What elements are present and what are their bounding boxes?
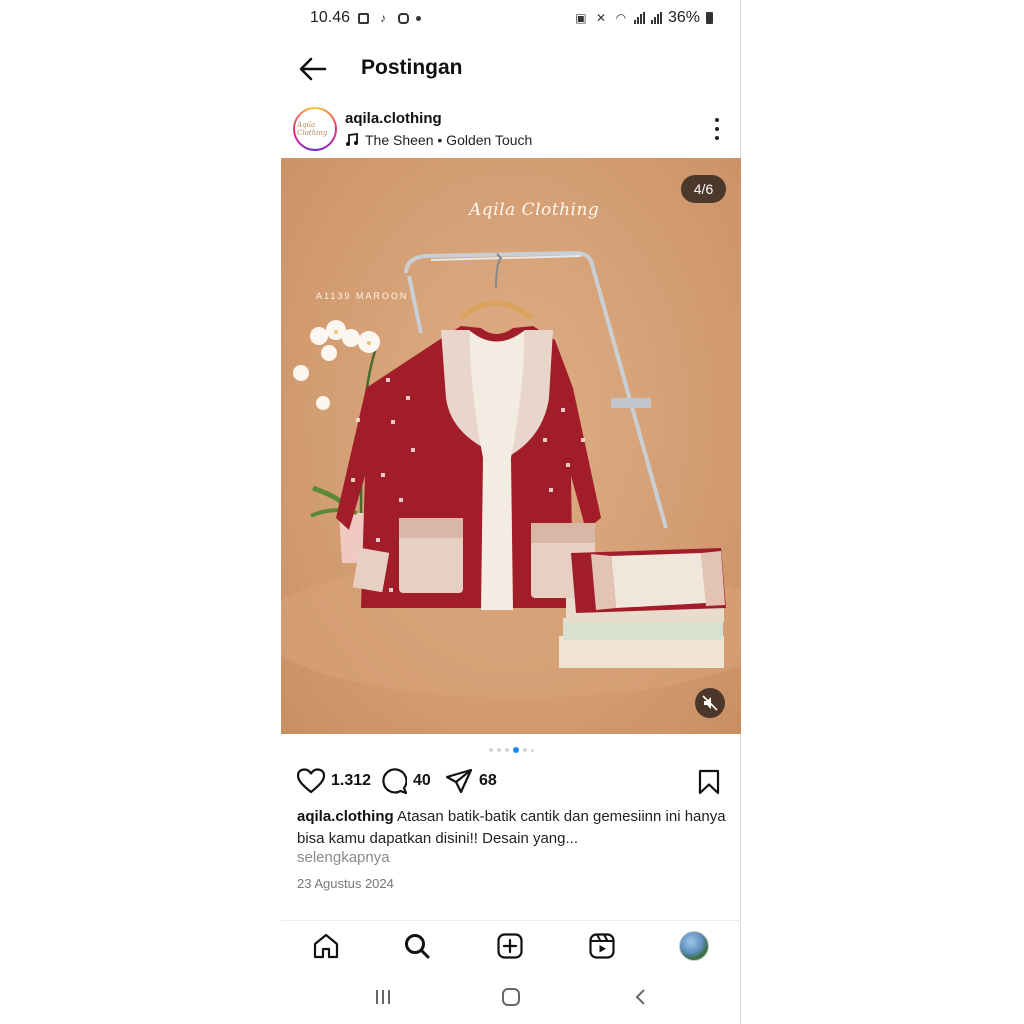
page-header: Postingan	[281, 44, 741, 94]
recents-icon	[376, 990, 390, 1004]
search-icon	[405, 934, 430, 959]
save-button[interactable]	[697, 769, 723, 797]
comment-count: 40	[413, 772, 431, 789]
home-circle-icon	[502, 988, 520, 1006]
carousel-dot	[522, 748, 527, 752]
back-button[interactable]	[297, 54, 329, 84]
status-bar: 10.46 ♪ ▣ ✕ ◠ 36%	[281, 0, 741, 36]
status-right: ▣ ✕ ◠ 36%	[574, 9, 713, 27]
system-nav-bar	[281, 980, 741, 1014]
home-system-button[interactable]	[496, 985, 526, 1009]
more-vertical-icon	[715, 118, 719, 122]
instagram-icon	[396, 11, 410, 25]
see-more-link[interactable]: selengkapnya	[297, 849, 390, 866]
heart-icon	[297, 768, 325, 794]
slide-counter: 4/6	[681, 175, 726, 203]
tiktok-icon: ♪	[380, 11, 387, 25]
battery-icon	[706, 12, 713, 24]
reels-icon	[589, 933, 615, 959]
status-left: 10.46 ♪	[310, 9, 422, 27]
like-count: 1.312	[331, 772, 372, 789]
post-actions: 1.312 40 68	[281, 764, 741, 802]
post-header: Aqila Clothing aqila.clothing The Sheen …	[281, 102, 741, 158]
nav-create[interactable]	[493, 929, 527, 963]
product-photo	[281, 250, 741, 698]
more-dot	[715, 127, 719, 131]
page-title: Postingan	[361, 56, 463, 79]
carousel-dot	[488, 748, 493, 752]
notification-dot-icon	[416, 15, 422, 21]
signal-2-icon	[650, 12, 662, 24]
back-system-button[interactable]	[626, 985, 656, 1009]
comment-icon	[382, 768, 407, 794]
status-time: 10.46	[310, 9, 351, 26]
gallery-icon	[356, 11, 370, 25]
post-date: 23 Agustus 2024	[297, 876, 394, 891]
share-count: 68	[479, 772, 497, 789]
nav-search[interactable]	[400, 929, 434, 963]
music-link[interactable]: The Sheen • Golden Touch	[345, 132, 532, 148]
recents-button[interactable]	[368, 985, 398, 1009]
nav-home[interactable]	[309, 929, 343, 963]
battery-percent: 36%	[667, 9, 700, 26]
share-button[interactable]: 68	[445, 768, 497, 794]
more-dot	[715, 136, 719, 140]
carousel-indicator	[281, 746, 741, 754]
music-note-icon	[346, 133, 358, 146]
post-username[interactable]: aqila.clothing	[345, 110, 442, 127]
brand-logo: Aqila Clothing	[469, 200, 600, 220]
like-button[interactable]: 1.312	[297, 768, 371, 794]
avatar[interactable]: Aqila Clothing	[293, 107, 337, 151]
phone-screen: 10.46 ♪ ▣ ✕ ◠ 36% Postingan Aqila Clothi…	[281, 0, 741, 1024]
plus-square-icon	[497, 933, 523, 959]
bottom-nav	[281, 924, 741, 968]
send-icon	[445, 768, 473, 794]
mute-button[interactable]	[695, 688, 725, 718]
bookmark-icon	[698, 769, 720, 795]
avatar-logo: Aqila Clothing	[295, 109, 335, 149]
post-caption: aqila.clothing Atasan batik-batik cantik…	[297, 806, 727, 850]
comment-button[interactable]: 40	[381, 768, 431, 794]
product-code: A1139 MAROON	[316, 291, 409, 301]
post-image[interactable]: Aqila Clothing A1139 MAROON 4/6	[281, 158, 741, 734]
carousel-dot	[504, 748, 509, 752]
carousel-dot	[496, 748, 501, 752]
more-options-button[interactable]	[709, 118, 725, 140]
home-icon	[313, 933, 339, 959]
nav-profile[interactable]	[677, 929, 711, 963]
carousel-dot-active	[512, 747, 519, 753]
nav-reels[interactable]	[585, 929, 619, 963]
profile-avatar	[679, 931, 709, 961]
lock-icon: ▣	[575, 11, 587, 25]
speaker-muted-icon	[702, 695, 718, 711]
wifi-icon: ◠	[615, 11, 627, 25]
chevron-left-icon	[635, 989, 645, 1005]
arrow-left-icon	[299, 57, 327, 81]
mute-status-icon: ✕	[595, 11, 606, 25]
music-title: The Sheen • Golden Touch	[365, 132, 533, 148]
carousel-dot	[530, 748, 534, 752]
caption-username[interactable]: aqila.clothing	[297, 808, 394, 825]
nav-divider	[281, 920, 741, 921]
signal-icon	[633, 12, 645, 24]
